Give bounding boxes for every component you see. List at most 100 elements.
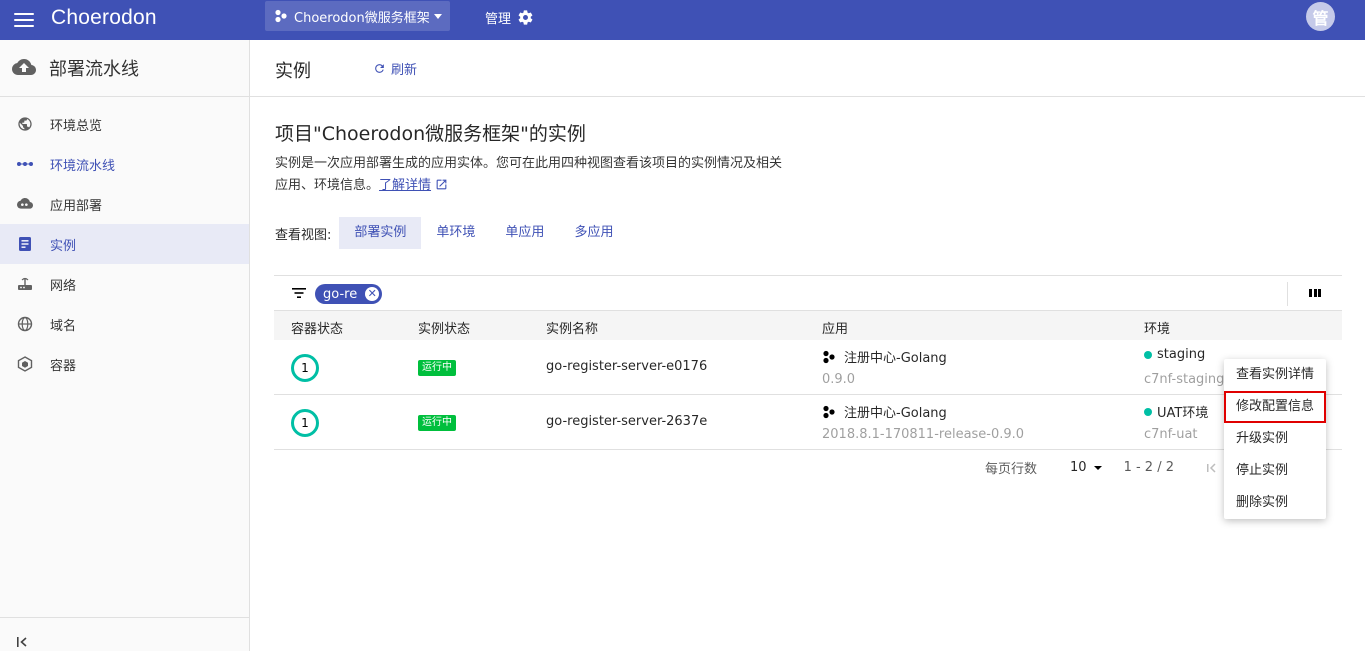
learn-more-label: 了解详情	[379, 178, 432, 193]
app-version: 0.9.0	[822, 372, 856, 387]
external-link-icon[interactable]	[435, 178, 448, 191]
sidebar-item-domain[interactable]: 域名	[0, 304, 249, 344]
menu-item-delete[interactable]: 删除实例	[1224, 487, 1326, 519]
sidebar-item-env-overview[interactable]: 环境总览	[0, 104, 249, 144]
env-code: c7nf-uat	[1144, 427, 1198, 442]
manage-button[interactable]: 管理	[485, 8, 534, 27]
sidebar-footer	[0, 617, 249, 651]
instance-name[interactable]: go-register-server-2637e	[546, 414, 707, 429]
view-switcher: 查看视图: 部署实例 单环境 单应用 多应用	[275, 217, 628, 249]
sidebar: 部署流水线 环境总览 环境流水线 应用部署 实例 网络 域名 容器	[0, 40, 250, 651]
learn-more-link[interactable]: 了解详情	[379, 178, 431, 193]
filter-icon[interactable]	[292, 288, 306, 298]
env-name: UAT环境	[1157, 406, 1209, 421]
status-badge: 运行中	[418, 415, 456, 431]
chevron-down-icon	[1093, 465, 1102, 470]
container-icon	[16, 355, 34, 373]
description-line-2: 应用、环境信息。了解详情	[275, 175, 805, 197]
avatar[interactable]: 管	[1306, 2, 1335, 31]
instance-name[interactable]: go-register-server-e0176	[546, 359, 707, 374]
filter-chip: go-re ✕	[315, 284, 383, 304]
page-range: 1 - 2 / 2	[1123, 460, 1174, 475]
tab-deploy-instances[interactable]: 部署实例	[339, 217, 422, 249]
filter-bar: go-re ✕	[274, 275, 1342, 310]
project-icon	[275, 9, 287, 23]
router-icon	[16, 275, 34, 293]
instance-icon	[16, 235, 34, 253]
env-cell: UAT环境	[1144, 402, 1208, 421]
sidebar-item-label: 容器	[50, 358, 77, 374]
page-title: 实例	[275, 61, 311, 82]
refresh-label: 刷新	[391, 63, 418, 78]
project-selector[interactable]: Choerodon微服务框架	[265, 1, 450, 31]
table-header: 容器状态 实例状态 实例名称 应用 环境	[274, 310, 1342, 340]
filter-chip-label: go-re	[323, 286, 358, 302]
page-header: 实例 刷新	[250, 40, 1365, 97]
sidebar-item-container[interactable]: 容器	[0, 344, 249, 384]
main-content: 实例 刷新 项目"Choerodon微服务框架"的实例 实例是一次应用部署生成的…	[250, 40, 1365, 651]
manage-label: 管理	[485, 12, 512, 27]
page-size-select[interactable]: 10	[1070, 460, 1102, 475]
sidebar-item-label: 环境流水线	[50, 158, 116, 174]
column-settings	[1287, 282, 1342, 306]
sidebar-item-instances[interactable]: 实例	[0, 224, 249, 264]
env-status-dot	[1144, 350, 1152, 359]
status-badge: 运行中	[418, 360, 456, 376]
menu-item-upgrade[interactable]: 升级实例	[1224, 423, 1326, 455]
top-bar: Choerodon Choerodon微服务框架 管理 管	[0, 0, 1365, 40]
sidebar-header: 部署流水线	[0, 40, 249, 97]
sidebar-item-label: 实例	[50, 238, 77, 254]
pipeline-dots-icon	[16, 155, 34, 173]
pod-status-ring[interactable]: 1	[291, 409, 319, 437]
first-page-icon[interactable]	[1206, 462, 1217, 473]
menu-item-edit-config[interactable]: 修改配置信息	[1224, 391, 1326, 423]
column-header[interactable]: 容器状态	[291, 318, 343, 337]
env-name: staging	[1157, 347, 1206, 362]
table-row[interactable]: 1 运行中 go-register-server-2637e 注册中心-Gola…	[274, 395, 1342, 450]
sidebar-nav: 环境总览 环境流水线 应用部署 实例 网络 域名 容器	[0, 97, 249, 384]
instances-table: go-re ✕ 容器状态 实例状态 实例名称 应用 环境 1 运行中 go-re…	[274, 275, 1342, 477]
sidebar-item-app-deploy[interactable]: 应用部署	[0, 184, 249, 224]
app-version: 2018.8.1-170811-release-0.9.0	[822, 427, 1025, 442]
refresh-button[interactable]: 刷新	[373, 59, 417, 78]
description-line: 实例是一次应用部署生成的应用实体。您可在此用四种视图查看该项目的实例情况及相关	[275, 156, 783, 171]
gear-icon	[518, 10, 533, 25]
app-logo[interactable]: Choerodon	[51, 6, 157, 30]
env-code: c7nf-staging	[1144, 372, 1225, 387]
column-header[interactable]: 实例名称	[546, 318, 598, 337]
close-icon[interactable]: ✕	[365, 287, 380, 301]
menu-item-view-details[interactable]: 查看实例详情	[1224, 359, 1326, 391]
app-icon	[823, 350, 835, 363]
refresh-icon	[375, 64, 384, 73]
description-text: 应用、环境信息。	[275, 178, 380, 193]
sidebar-item-label: 应用部署	[50, 198, 103, 214]
env-cell: staging	[1144, 347, 1205, 362]
tab-multi-app[interactable]: 多应用	[559, 217, 628, 249]
hamburger-menu-icon[interactable]	[14, 10, 34, 30]
instance-action-menu: 查看实例详情 修改配置信息 升级实例 停止实例 删除实例	[1224, 359, 1326, 519]
env-status-dot	[1144, 407, 1152, 416]
app-icon	[823, 405, 835, 418]
column-header[interactable]: 实例状态	[418, 318, 470, 337]
menu-item-stop[interactable]: 停止实例	[1224, 455, 1326, 487]
domain-globe-icon	[16, 315, 34, 333]
tab-single-app[interactable]: 单应用	[490, 217, 559, 249]
cloud-upload-icon	[12, 59, 36, 75]
app-cell: 注册中心-Golang	[822, 347, 947, 366]
columns-icon[interactable]	[1309, 289, 1321, 297]
cloud-deploy-icon	[16, 195, 34, 213]
globe-icon	[16, 115, 34, 133]
collapse-sidebar-icon[interactable]	[16, 636, 28, 648]
project-name: Choerodon微服务框架	[294, 10, 430, 26]
pagination: 每页行数 10 1 - 2 / 2	[985, 458, 1217, 477]
column-header[interactable]: 环境	[1144, 318, 1170, 337]
pod-status-ring[interactable]: 1	[291, 354, 319, 382]
table-row[interactable]: 1 运行中 go-register-server-e0176 注册中心-Gola…	[274, 340, 1342, 395]
column-header[interactable]: 应用	[822, 318, 848, 337]
tab-single-env[interactable]: 单环境	[421, 217, 490, 249]
page-size-value: 10	[1070, 460, 1087, 475]
app-name: 注册中心-Golang	[844, 351, 947, 366]
sidebar-item-network[interactable]: 网络	[0, 264, 249, 304]
sidebar-item-label: 环境总览	[50, 118, 103, 134]
sidebar-item-env-pipeline[interactable]: 环境流水线	[0, 144, 249, 184]
